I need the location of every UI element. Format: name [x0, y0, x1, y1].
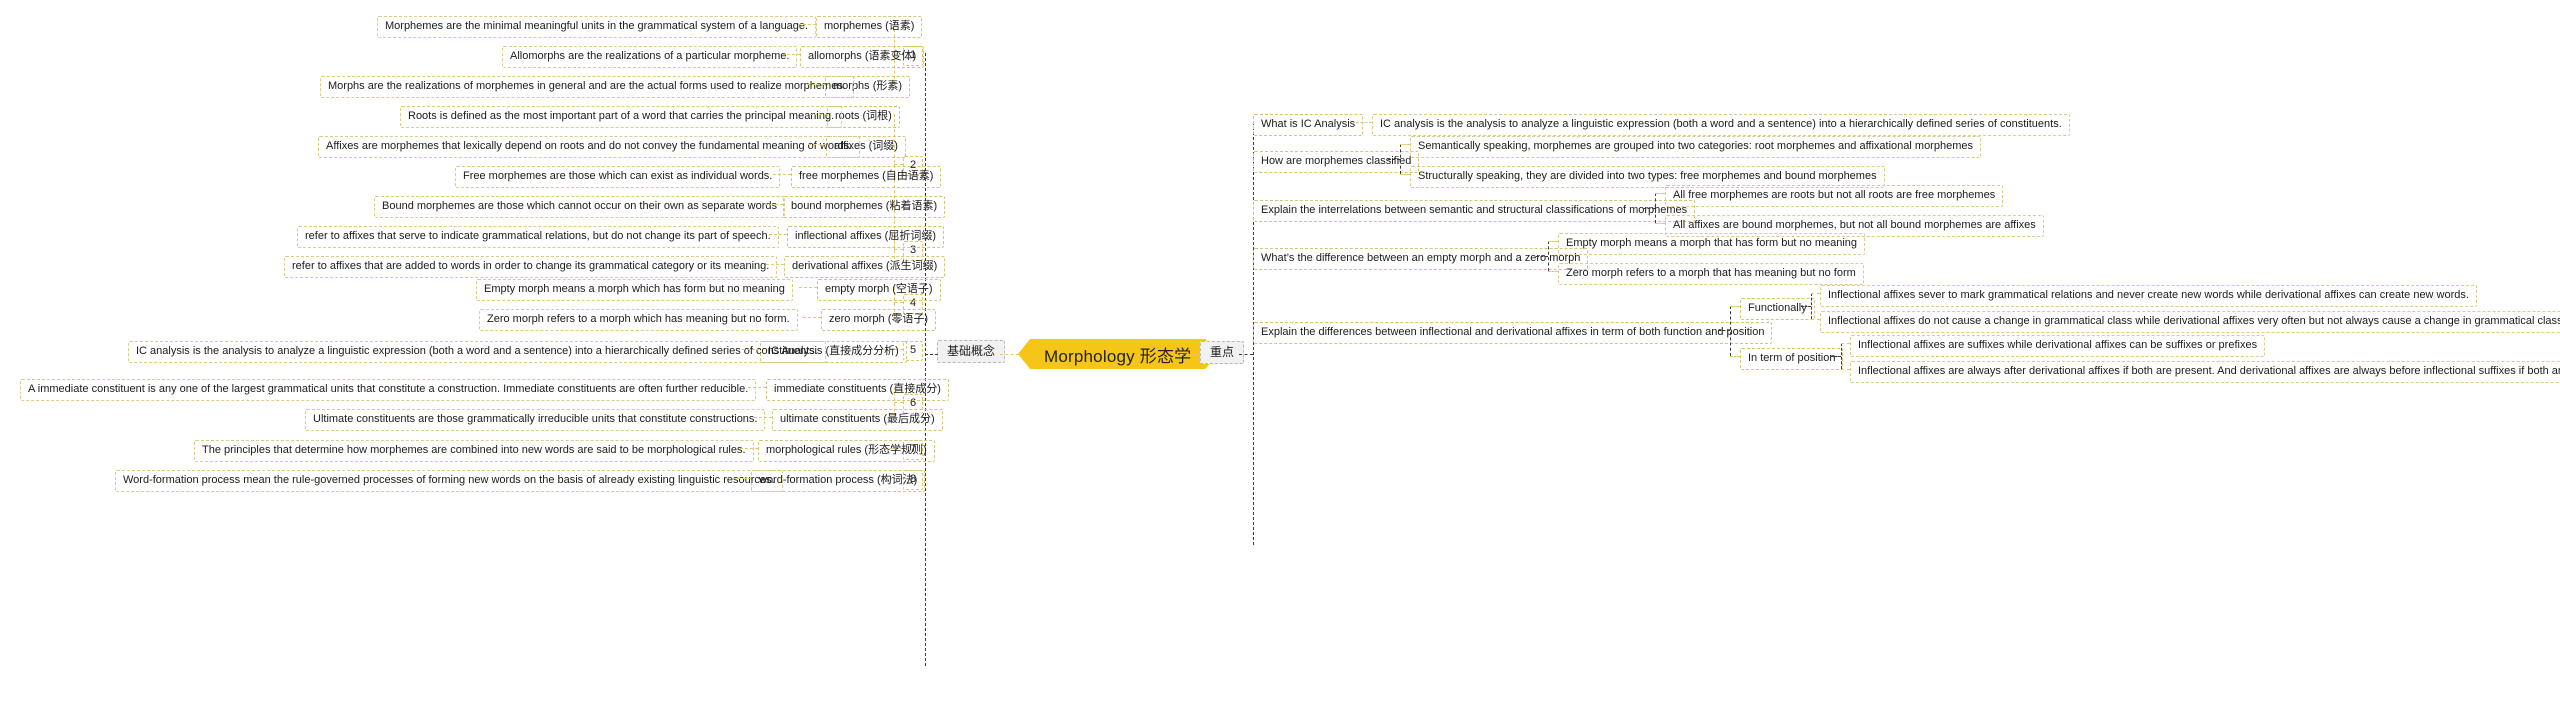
connector [740, 448, 758, 449]
connector [1831, 356, 1841, 357]
answer-node[interactable]: Semantically speaking, morphemes are gro… [1410, 136, 1981, 158]
detail-node[interactable]: A immediate constituent is any one of th… [20, 379, 757, 401]
connector [1400, 144, 1401, 174]
connector [807, 84, 825, 85]
subgroup-node[interactable]: In term of position [1740, 348, 1844, 370]
topic-node[interactable]: morphological rules (形态学规则) [758, 440, 935, 462]
connector [1400, 144, 1410, 145]
topic-node[interactable]: derivational affixes (派生词缀) [784, 256, 946, 278]
connector [809, 114, 827, 115]
topic-node[interactable]: empty morph (空语子) [817, 279, 941, 301]
subgroup-node[interactable]: Functionally [1740, 298, 1815, 320]
connector [894, 249, 903, 250]
detail-node[interactable]: refer to affixes that serve to indicate … [297, 226, 779, 248]
question-node[interactable]: What is IC Analysis [1253, 114, 1364, 136]
question-node[interactable]: Explain the interrelations between seman… [1253, 200, 1696, 222]
connector [766, 264, 784, 265]
detail-node[interactable]: Allomorphs are the realizations of a par… [502, 46, 798, 68]
branch-label-left[interactable]: 基础概念 [937, 340, 1006, 363]
detail-node[interactable]: The principles that determine how morphe… [194, 440, 754, 462]
connector-spine-left [925, 53, 926, 666]
topic-node[interactable]: ultimate constituents (最后成分) [772, 409, 943, 431]
connector [748, 387, 766, 388]
topic-node[interactable]: inflectional affixes (屈折词缀) [787, 226, 945, 248]
connector [894, 402, 903, 403]
question-node[interactable]: What’s the difference between an empty m… [1253, 248, 1589, 270]
answer-node[interactable]: All free morphemes are roots but not all… [1665, 185, 2004, 207]
connector [1655, 193, 1665, 194]
topic-node[interactable]: zero morph (零语子) [821, 309, 937, 331]
answer-node[interactable]: Empty morph means a morph that has form … [1558, 233, 1866, 255]
connector [1841, 343, 1850, 344]
detail-node[interactable]: Affixes are morphemes that lexically dep… [318, 136, 861, 158]
detail-node[interactable]: Ultimate constituents are those grammati… [305, 409, 766, 431]
detail-node[interactable]: Morphs are the realizations of morphemes… [320, 76, 854, 98]
connector [1548, 241, 1549, 271]
connector [1811, 293, 1820, 294]
connector [894, 302, 903, 303]
detail-node[interactable]: refer to affixes that are added to words… [284, 256, 778, 278]
connector [1811, 293, 1812, 319]
connector [925, 354, 938, 355]
connector [1841, 343, 1842, 369]
connector [1643, 208, 1655, 209]
connector [769, 234, 787, 235]
answer-node[interactable]: Inflectional affixes sever to mark gramm… [1820, 285, 2477, 307]
answer-node[interactable]: Inflectional affixes are always after de… [1850, 361, 2560, 383]
connector [1655, 193, 1656, 223]
answer-node[interactable]: Inflectional affixes are suffixes while … [1850, 335, 2266, 357]
connector [1548, 241, 1558, 242]
detail-node[interactable]: Empty morph means a morph which has form… [476, 279, 793, 301]
branch-label-right[interactable]: 重点 [1200, 341, 1245, 364]
connector [1730, 356, 1740, 357]
connector [1400, 174, 1410, 175]
connector [754, 417, 772, 418]
connector [1548, 271, 1558, 272]
connector [733, 478, 751, 479]
detail-node[interactable]: Roots is defined as the most important p… [400, 106, 843, 128]
connector [742, 349, 760, 350]
answer-node[interactable]: IC analysis is the analysis to analyze a… [1372, 114, 2070, 136]
connector [765, 204, 783, 205]
connector [1356, 122, 1372, 123]
connector [1180, 354, 1200, 355]
connector [798, 24, 816, 25]
connector [1811, 319, 1820, 320]
connector [1655, 223, 1665, 224]
answer-node[interactable]: Inflectional affixes do not cause a chan… [1820, 311, 2560, 333]
connector [808, 144, 826, 145]
topic-node[interactable]: free morphemes (自由语素) [791, 166, 942, 188]
connector [1239, 354, 1253, 355]
connector [894, 164, 903, 165]
detail-node[interactable]: Word-formation process mean the rule-gov… [115, 470, 783, 492]
connector [799, 287, 817, 288]
detail-node[interactable]: Bound morphemes are those which cannot o… [374, 196, 785, 218]
topic-node[interactable]: allomorphs (语素变体) [800, 46, 925, 68]
question-node[interactable]: Explain the differences between inflecti… [1253, 322, 1773, 344]
topic-node[interactable]: morphemes (语素) [816, 16, 923, 38]
connector [1730, 306, 1740, 307]
connector [1841, 369, 1850, 370]
connector [782, 54, 800, 55]
detail-node[interactable]: IC analysis is the analysis to analyze a… [128, 341, 826, 363]
connector [1730, 306, 1731, 356]
connector [1718, 330, 1730, 331]
question-node[interactable]: How are morphemes classified [1253, 151, 1420, 173]
connector [803, 317, 821, 318]
connector [1000, 354, 1019, 355]
connector [1536, 256, 1548, 257]
detail-node[interactable]: Morphemes are the minimal meaningful uni… [377, 16, 817, 38]
connector [1388, 159, 1400, 160]
detail-node[interactable]: Zero morph refers to a morph which has m… [479, 309, 798, 331]
connector [773, 174, 791, 175]
connector [1801, 306, 1811, 307]
answer-node[interactable]: Zero morph refers to a morph that has me… [1558, 263, 1864, 285]
mindmap-canvas: Morphology 形态学 基础概念 重点 1 morphemes (语素) … [0, 0, 2560, 701]
topic-node[interactable]: immediate constituents (直接成分) [766, 379, 949, 401]
detail-node[interactable]: Free morphemes are those which can exist… [455, 166, 781, 188]
topic-node[interactable]: bound morphemes (粘着语素) [783, 196, 946, 218]
